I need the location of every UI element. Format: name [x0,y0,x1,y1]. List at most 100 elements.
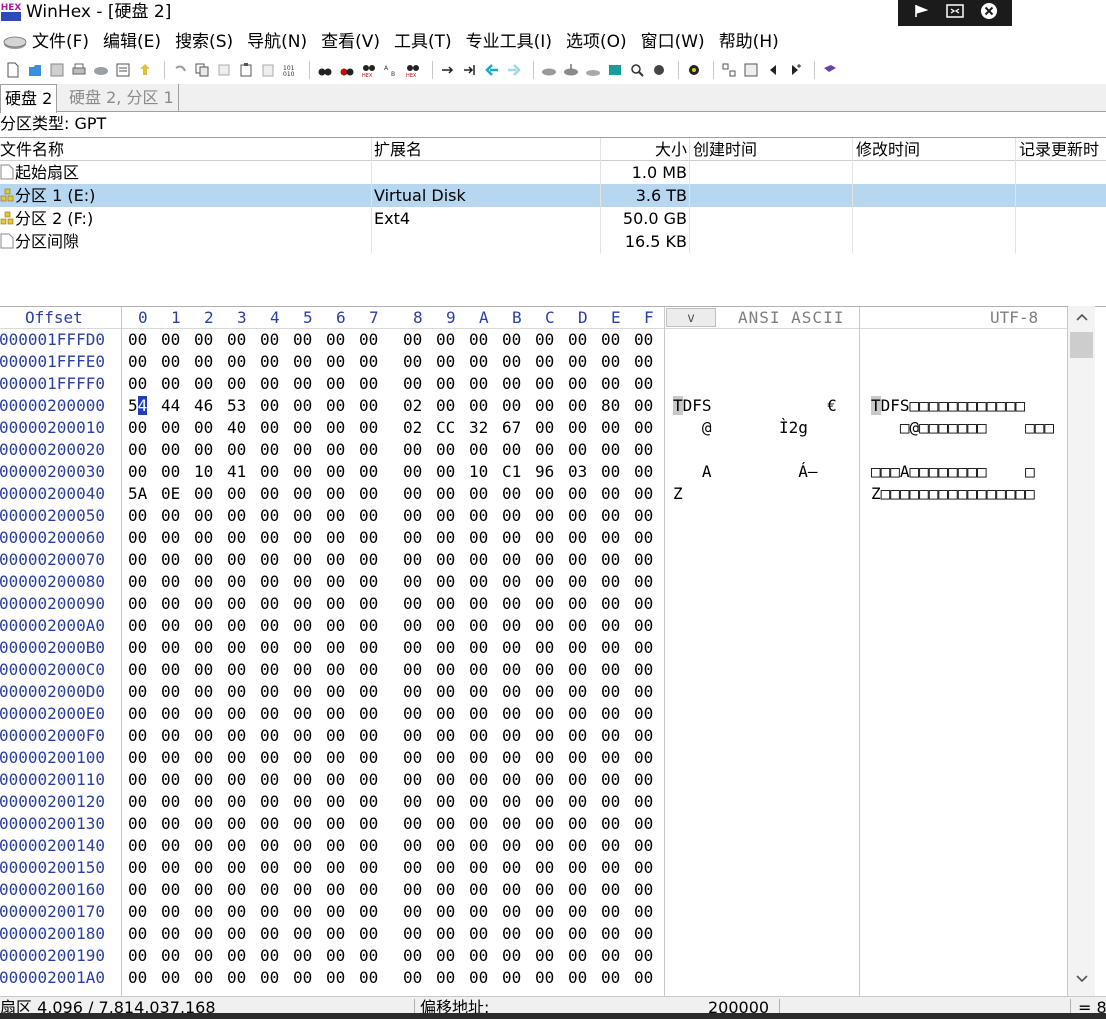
goto-offset-icon[interactable] [439,61,457,79]
hex-byte[interactable]: 00 [260,395,279,417]
hex-byte[interactable]: 00 [469,967,488,989]
hex-byte[interactable]: 00 [502,747,521,769]
hex-byte[interactable]: 00 [601,901,620,923]
hex-byte[interactable]: 00 [535,747,554,769]
write-binary-icon[interactable]: 101 010 [281,61,299,79]
hex-byte[interactable]: 00 [128,967,147,989]
hex-byte[interactable]: 00 [359,483,378,505]
hex-byte[interactable]: 00 [436,395,455,417]
hex-byte[interactable]: 00 [260,923,279,945]
hex-byte[interactable]: 00 [436,351,455,373]
hex-byte[interactable]: 00 [293,395,312,417]
hex-byte[interactable]: CC [436,417,455,439]
hex-byte[interactable]: 00 [403,945,422,967]
hex-byte[interactable]: 00 [293,791,312,813]
hex-byte[interactable]: 00 [502,439,521,461]
hex-row[interactable]: 000001FFFE0 00 00 00 00 00 00 00 00 00 00 00 00 00 00 0… [0,351,1066,373]
hex-byte[interactable]: 00 [326,505,345,527]
hex-byte[interactable]: 00 [260,857,279,879]
hex-byte[interactable]: 00 [634,637,653,659]
hex-row[interactable]: 000002000A0 00 00 00 00 00 00 00 00 00 00 00 00 00 00 0… [0,615,1066,637]
hex-byte[interactable]: 00 [403,747,422,769]
hex-byte[interactable]: 00 [601,527,620,549]
hex-byte[interactable]: 00 [359,747,378,769]
hex-byte[interactable]: 00 [128,747,147,769]
hex-byte[interactable]: 00 [601,857,620,879]
hex-byte[interactable]: 00 [359,615,378,637]
hex-byte[interactable]: 00 [359,923,378,945]
hex-byte[interactable]: 00 [535,373,554,395]
hex-byte[interactable]: 00 [469,593,488,615]
hex-byte[interactable]: 00 [326,769,345,791]
hex-byte[interactable]: 00 [436,571,455,593]
find-integer-icon[interactable]: HEX [404,61,422,79]
hex-byte[interactable]: 00 [469,879,488,901]
hex-row[interactable]: 000002000D0 00 00 00 00 00 00 00 00 00 00 00 00 00 00 0… [0,681,1066,703]
hex-byte[interactable]: 00 [568,329,587,351]
hex-byte[interactable]: 00 [535,637,554,659]
hex-byte[interactable]: 00 [535,857,554,879]
hex-byte[interactable]: 00 [128,593,147,615]
hex-byte[interactable]: 00 [128,835,147,857]
hex-byte[interactable]: 00 [194,329,213,351]
hex-byte[interactable]: 00 [502,791,521,813]
hex-byte[interactable]: 00 [469,703,488,725]
hex-byte[interactable]: 00 [194,373,213,395]
hex-byte[interactable]: 00 [535,703,554,725]
hex-byte[interactable]: 00 [436,857,455,879]
scroll-thumb[interactable] [1070,332,1093,358]
hex-byte[interactable]: 00 [293,439,312,461]
hex-byte[interactable]: 00 [260,769,279,791]
hex-byte[interactable]: 00 [601,439,620,461]
find-text-icon[interactable] [316,61,334,79]
replace-text-icon[interactable] [338,61,356,79]
hex-byte[interactable]: 00 [502,659,521,681]
hex-byte[interactable]: 00 [403,505,422,527]
hex-byte[interactable]: 00 [128,923,147,945]
utf8-text[interactable]: □@□□□□□□□ □□□ [871,417,1054,439]
hex-byte[interactable]: 00 [601,483,620,505]
hex-byte[interactable]: 00 [227,615,246,637]
hex-byte[interactable]: 00 [194,857,213,879]
hex-byte[interactable]: 00 [293,549,312,571]
hex-byte[interactable]: 00 [634,395,653,417]
file-list-row[interactable]: 分区 2 (F:) Ext4 50.0 GB [0,207,1106,230]
hex-byte[interactable]: 00 [293,725,312,747]
hex-byte[interactable]: 00 [601,835,620,857]
hex-byte[interactable]: 00 [535,659,554,681]
properties-icon[interactable] [114,61,132,79]
forward-arrow-icon[interactable] [505,61,523,79]
hex-row[interactable]: 000002000C0 00 00 00 00 00 00 00 00 00 00 00 00 00 00 0… [0,659,1066,681]
hex-byte[interactable]: 00 [469,857,488,879]
hex-byte[interactable]: 00 [326,725,345,747]
hex-row[interactable]: 00000200060 00 00 00 00 00 00 00 00 00 00 00 00 00 00 0… [0,527,1066,549]
hex-byte[interactable]: 80 [601,395,620,417]
hex-byte[interactable]: 00 [260,945,279,967]
hex-byte[interactable]: 00 [326,659,345,681]
hex-byte[interactable]: 00 [161,549,180,571]
hex-byte[interactable]: 00 [227,769,246,791]
disk-icon[interactable] [2,32,28,52]
hex-byte[interactable]: 00 [436,681,455,703]
hex-byte[interactable]: 00 [161,329,180,351]
hex-byte[interactable]: 00 [293,813,312,835]
analyze-icon[interactable] [628,61,646,79]
menu-window[interactable]: 窗口(W) [641,29,705,55]
hex-row[interactable]: 00000200050 00 00 00 00 00 00 00 00 00 00 00 00 00 00 0… [0,505,1066,527]
hex-row[interactable]: 000001FFFD0 00 00 00 00 00 00 00 00 00 00 00 00 00 00 0… [0,329,1066,351]
hex-byte[interactable]: 00 [293,483,312,505]
file-list-row[interactable]: 起始扇区 1.0 MB [0,161,1106,184]
hex-byte[interactable]: 00 [293,835,312,857]
hex-byte-caret[interactable]: 54 [128,395,148,417]
hex-byte[interactable]: 00 [161,637,180,659]
hex-byte[interactable]: 00 [260,967,279,989]
hex-row[interactable]: 000002000E0 00 00 00 00 00 00 00 00 00 00 00 00 00 00 0… [0,703,1066,725]
hex-byte[interactable]: 00 [359,373,378,395]
utf8-header[interactable]: UTF-8 [990,308,1038,328]
hex-byte[interactable]: 00 [469,439,488,461]
hex-byte[interactable]: 00 [359,505,378,527]
hex-byte[interactable]: 00 [568,879,587,901]
hex-byte[interactable]: 00 [326,945,345,967]
recover-icon[interactable] [650,61,668,79]
hex-byte[interactable]: 00 [326,571,345,593]
